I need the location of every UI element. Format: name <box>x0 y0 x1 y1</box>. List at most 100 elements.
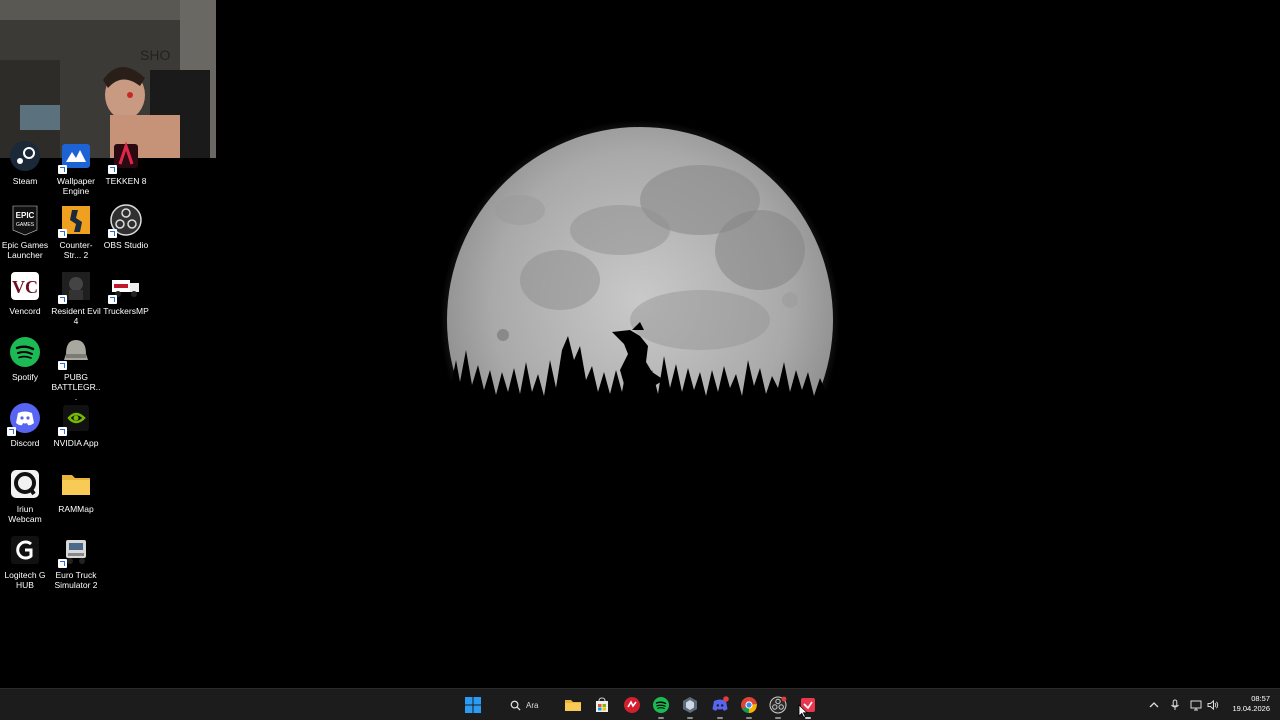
desktop-icon-euro-truck[interactable]: Euro Truck Simulator 2 <box>51 534 101 590</box>
desktop-icon-label: PUBG BATTLEGR... <box>51 372 101 402</box>
clock-date: 19.04.2026 <box>1232 704 1270 713</box>
desktop-icon-counter-strike[interactable]: Counter-Str... 2 <box>51 204 101 260</box>
desktop-icon-label: Discord <box>10 438 40 448</box>
obs-icon <box>108 204 142 238</box>
shortcut-arrow-icon <box>58 165 67 174</box>
shortcut-arrow-icon <box>7 427 16 436</box>
obs-icon <box>769 696 787 714</box>
taskbar-app-grey[interactable] <box>679 694 701 719</box>
vencord-icon: VC <box>9 270 41 302</box>
taskbar-chrome[interactable] <box>738 694 760 719</box>
desktop-icon-rammap[interactable]: RAMMap <box>51 468 101 514</box>
desktop-icon-obs[interactable]: OBS Studio <box>101 204 151 250</box>
counter-strike-icon <box>58 204 92 238</box>
running-indicator <box>687 717 693 719</box>
desktop-icon-label: RAMMap <box>58 504 94 514</box>
running-indicator <box>746 717 752 719</box>
desktop-icon-label: Steam <box>12 176 38 186</box>
desktop-icon-pubg[interactable]: PUBG BATTLEGR... <box>51 336 101 402</box>
desktop-icon-nvidia[interactable]: NVIDIA App <box>51 402 101 448</box>
desktop-icon-label: Epic Games Launcher <box>1 240 49 260</box>
mouse-cursor-icon <box>798 704 808 718</box>
chevron-up-icon <box>1149 702 1159 708</box>
svg-text:GAMES: GAMES <box>16 222 35 228</box>
desktop-icon-discord[interactable]: Discord <box>0 402 50 448</box>
desktop-icon-label: Vencord <box>9 306 41 316</box>
desktop-icon-label: NVIDIA App <box>53 438 99 448</box>
taskbar-spotify[interactable] <box>650 694 672 719</box>
pubg-icon <box>58 336 92 370</box>
shortcut-arrow-icon <box>58 559 67 568</box>
taskbar-search-button[interactable]: Ara <box>496 694 556 716</box>
svg-text:EPIC: EPIC <box>16 211 35 220</box>
network-icon <box>1190 700 1202 711</box>
show-hidden-icons-button[interactable] <box>1147 697 1161 713</box>
desktop-icon-label: TEKKEN 8 <box>105 176 147 186</box>
desktop-icon-vencord[interactable]: VC Vencord <box>0 270 50 316</box>
microphone-button[interactable] <box>1168 697 1182 713</box>
volume-button[interactable] <box>1206 697 1220 713</box>
shortcut-arrow-icon <box>108 295 117 304</box>
tekken-icon <box>108 140 142 174</box>
desktop-icon-label: Spotify <box>12 372 38 382</box>
shortcut-arrow-icon <box>58 427 67 436</box>
file-explorer-icon <box>565 700 581 711</box>
taskbar: Ara 08:57 19.04.2026 <box>0 688 1280 720</box>
webcam-overlay: SHO <box>0 0 216 158</box>
resident-evil-icon <box>58 270 92 304</box>
epic-games-icon: EPIC GAMES <box>9 204 41 236</box>
taskbar-obs[interactable] <box>767 694 789 719</box>
desktop-icon-iriun-webcam[interactable]: Iriun Webcam <box>0 468 50 524</box>
shortcut-arrow-icon <box>108 229 117 238</box>
search-label: Ara <box>526 700 539 710</box>
search-icon <box>510 700 521 711</box>
network-button[interactable] <box>1189 697 1203 713</box>
svg-text:SHO: SHO <box>140 47 170 63</box>
truckersmp-icon <box>108 270 142 304</box>
desktop-icon-epic-games[interactable]: EPIC GAMES Epic Games Launcher <box>0 204 50 260</box>
desktop-icon-resident-evil[interactable]: Resident Evil 4 <box>51 270 101 326</box>
svg-text:VC: VC <box>12 277 38 297</box>
app-grey-icon <box>683 697 697 713</box>
wallpaper-engine-icon <box>58 140 92 174</box>
taskbar-clock[interactable]: 08:57 19.04.2026 <box>1226 694 1270 714</box>
start-button[interactable] <box>462 694 484 716</box>
desktop-icon-label: Iriun Webcam <box>8 504 42 524</box>
desktop-icon-wallpaper-engine[interactable]: Wallpaper Engine <box>51 140 101 196</box>
desktop-icon-spotify[interactable]: Spotify <box>0 336 50 382</box>
shortcut-arrow-icon <box>108 165 117 174</box>
desktop-icon-label: Logitech G HUB <box>4 570 46 590</box>
desktop-icon-label: OBS Studio <box>103 240 149 250</box>
microphone-icon <box>1171 699 1179 710</box>
taskbar-app-red[interactable] <box>621 694 643 716</box>
running-indicator <box>775 717 781 719</box>
euro-truck-icon <box>58 534 92 568</box>
chrome-icon <box>741 697 757 713</box>
shortcut-arrow-icon <box>58 361 67 370</box>
logitech-icon <box>9 534 41 566</box>
discord-icon <box>712 696 729 711</box>
microsoft-store-icon <box>596 697 608 712</box>
desktop-icon-label: Resident Evil 4 <box>51 306 101 326</box>
shortcut-arrow-icon <box>58 229 67 238</box>
nvidia-icon <box>58 402 92 436</box>
clock-time: 08:57 <box>1251 694 1270 703</box>
steam-icon <box>9 140 41 172</box>
desktop-icon-truckersmp[interactable]: TruckersMP <box>101 270 151 316</box>
desktop-icon-label: Euro Truck Simulator 2 <box>54 570 98 590</box>
taskbar-microsoft-store[interactable] <box>591 694 613 716</box>
taskbar-file-explorer[interactable] <box>562 694 584 716</box>
desktop-icon-tekken[interactable]: TEKKEN 8 <box>101 140 151 186</box>
desktop-icon-steam[interactable]: Steam <box>0 140 50 186</box>
shortcut-arrow-icon <box>58 295 67 304</box>
app-red-icon <box>624 697 640 713</box>
running-indicator <box>658 717 664 719</box>
running-indicator <box>717 717 723 719</box>
desktop-icon-label: Counter-Str... 2 <box>59 240 93 260</box>
desktop-icon-logitech[interactable]: Logitech G HUB <box>0 534 50 590</box>
spotify-icon <box>9 336 41 368</box>
discord-icon <box>7 402 41 436</box>
windows-start-icon <box>465 697 481 713</box>
speaker-icon <box>1207 699 1219 711</box>
taskbar-discord[interactable] <box>709 694 731 719</box>
